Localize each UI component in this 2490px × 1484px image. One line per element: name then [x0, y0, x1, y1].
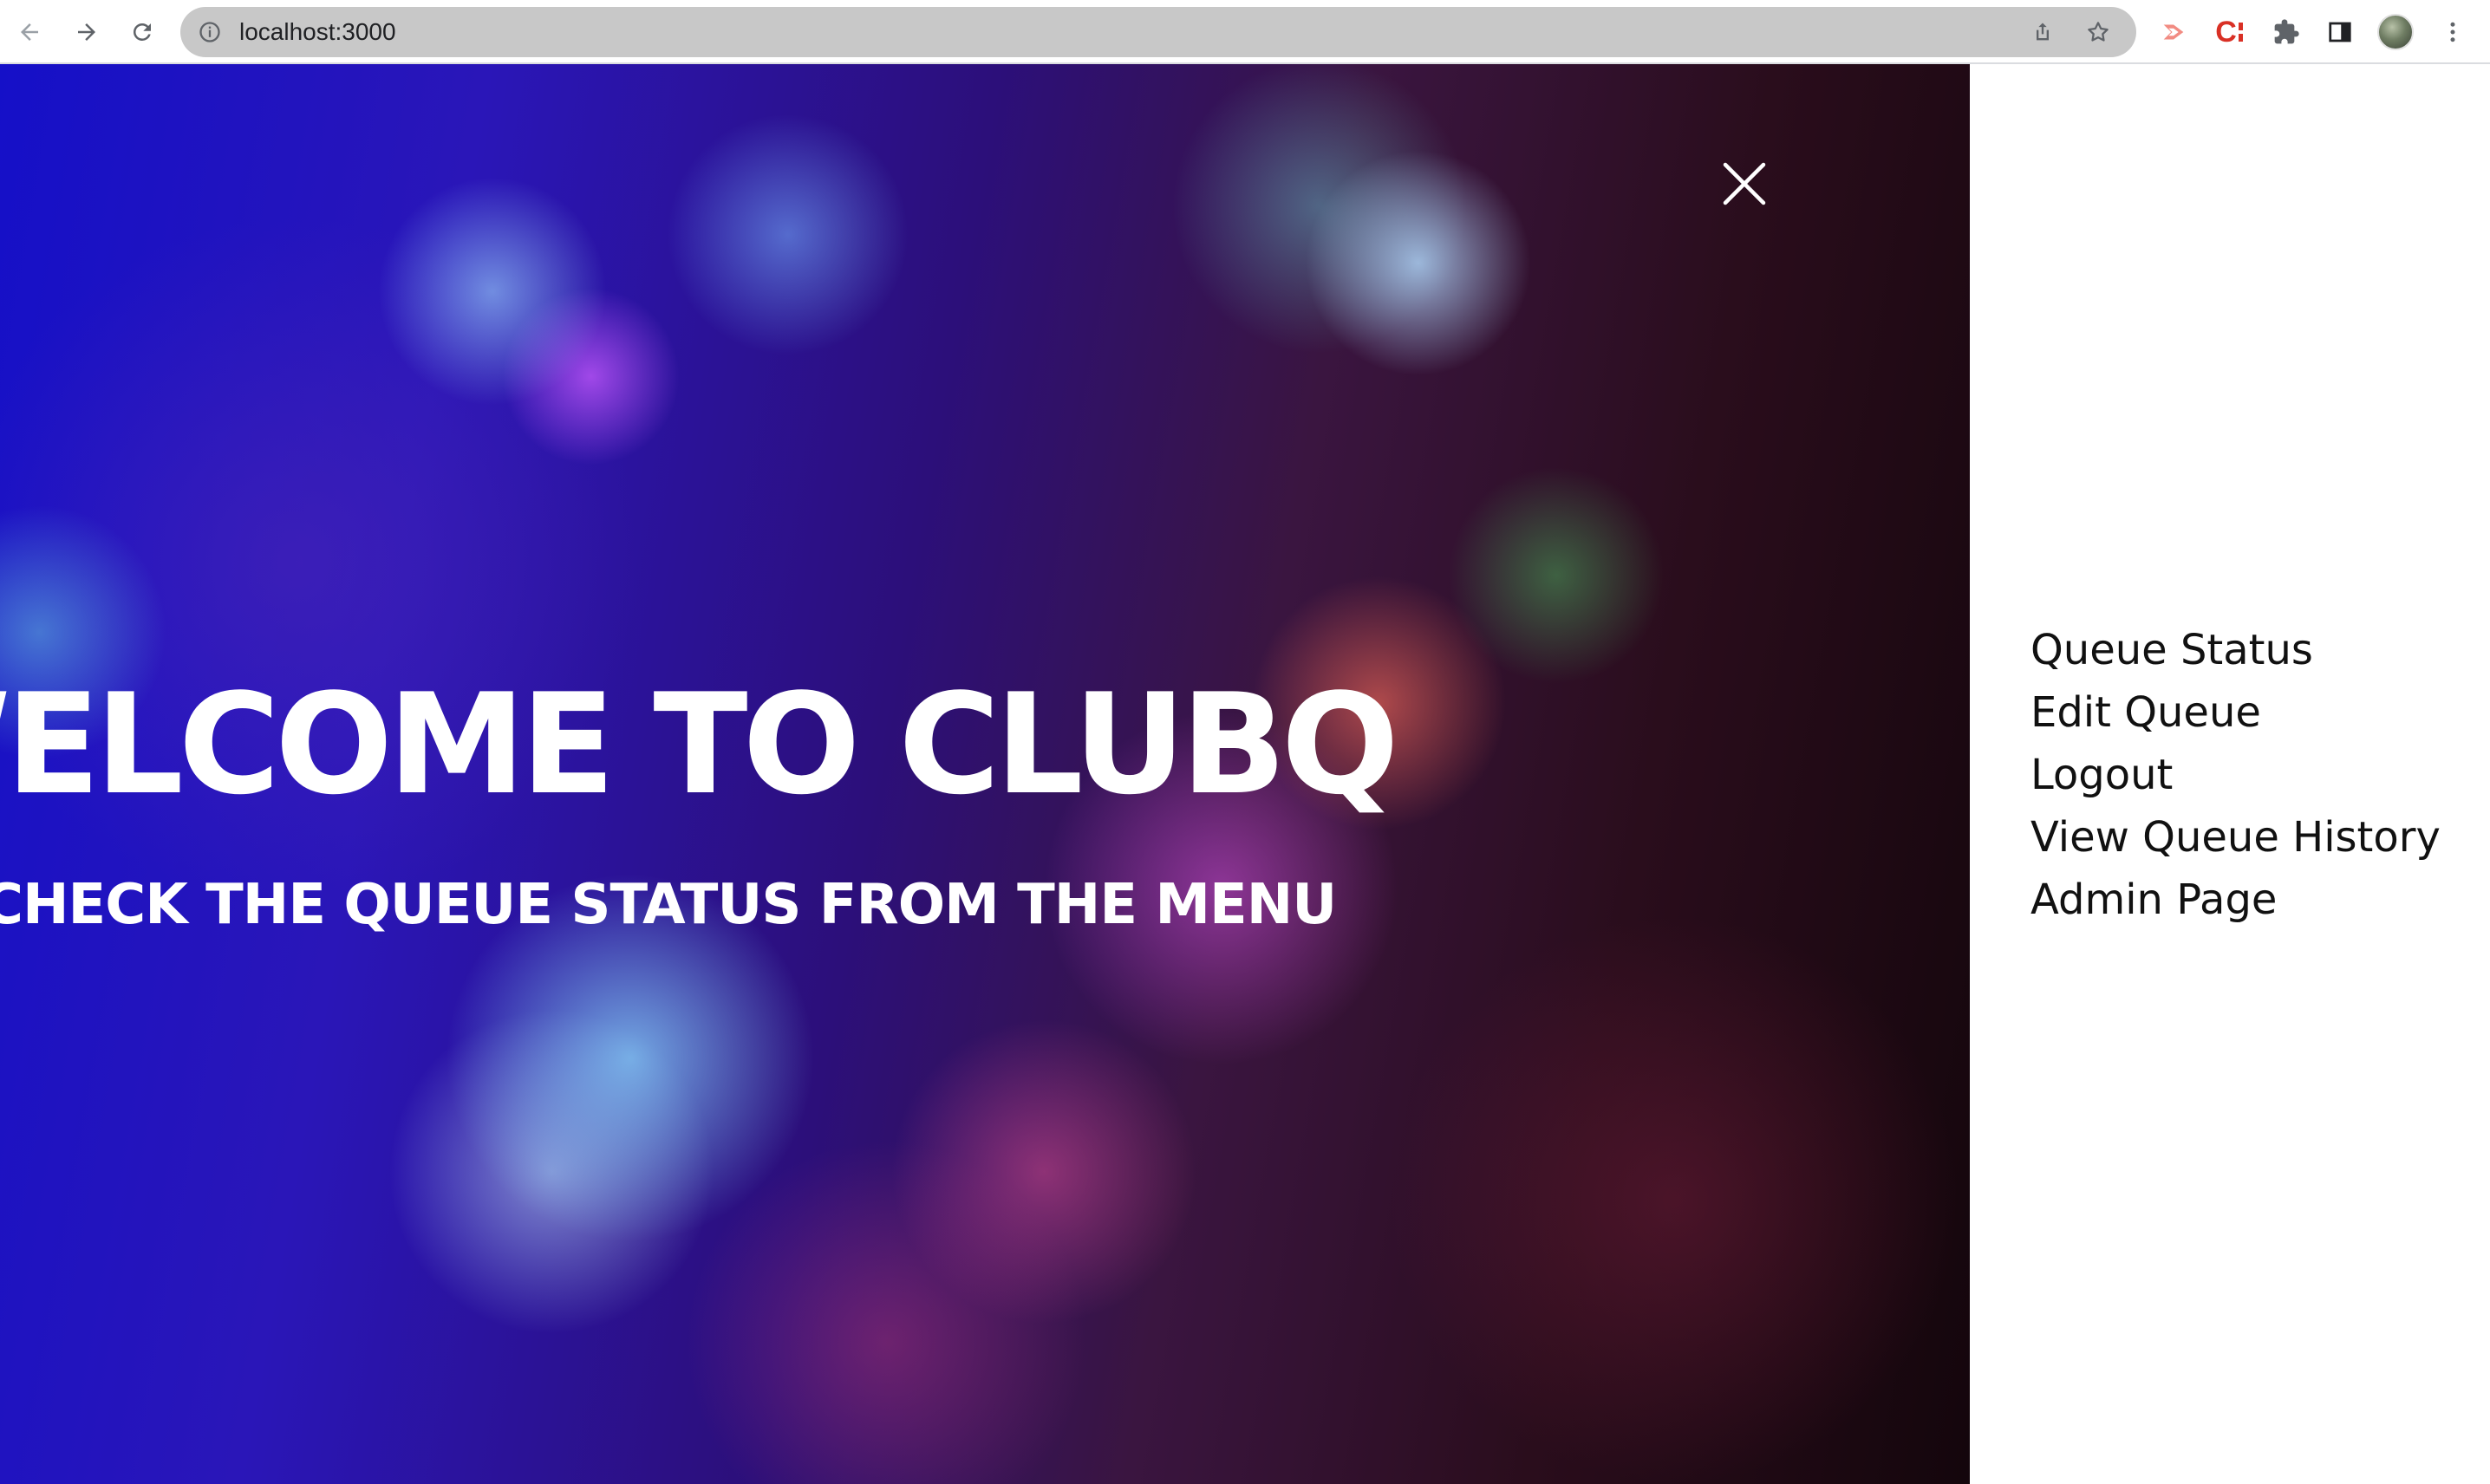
- close-menu-button[interactable]: [1720, 159, 1769, 208]
- arrow-right-icon: [78, 23, 95, 41]
- extensions-button[interactable]: [2268, 14, 2304, 50]
- menu-item-logout[interactable]: Logout: [2030, 744, 2441, 806]
- kebab-menu-icon: [2450, 22, 2455, 42]
- c-extension-dots: [2238, 23, 2243, 42]
- browser-menu-button[interactable]: [2435, 14, 2471, 50]
- forward-button[interactable]: [69, 15, 104, 49]
- side-menu: Queue Status Edit Queue Logout View Queu…: [1970, 64, 2490, 1484]
- menu-list: Queue Status Edit Queue Logout View Queu…: [2030, 619, 2441, 931]
- c-extension-icon: C: [2215, 16, 2237, 49]
- back-button[interactable]: [12, 15, 47, 49]
- share-icon: [2037, 23, 2049, 41]
- star-icon: [2088, 22, 2109, 42]
- reload-button[interactable]: [125, 15, 160, 49]
- menu-item-edit-queue[interactable]: Edit Queue: [2030, 681, 2441, 744]
- browser-toolbar: localhost:3000 C: [0, 0, 2490, 64]
- side-panel-button[interactable]: [2322, 14, 2358, 50]
- menu-item-view-queue-history[interactable]: View Queue History: [2030, 806, 2441, 869]
- menu-item-queue-status[interactable]: Queue Status: [2030, 619, 2441, 681]
- red-arrow-extension-icon: [2163, 24, 2184, 40]
- hero-subtitle: CHECK THE QUEUE STATUS FROM THE MENU: [0, 873, 1337, 937]
- hero-background: WELCOME TO CLUBQ CHECK THE QUEUE STATUS …: [0, 64, 1970, 1484]
- avatar: [2377, 14, 2414, 50]
- extension-c-button[interactable]: C: [2211, 14, 2247, 50]
- url-text[interactable]: localhost:3000: [239, 7, 396, 57]
- bookmark-button[interactable]: [2084, 18, 2112, 46]
- reload-icon: [133, 23, 151, 41]
- extension-red-button[interactable]: [2155, 14, 2192, 50]
- side-panel-icon: [2329, 22, 2351, 42]
- menu-item-admin-page[interactable]: Admin Page: [2030, 869, 2441, 931]
- share-button[interactable]: [2029, 18, 2057, 46]
- hero-title: WELCOME TO CLUBQ: [0, 663, 1399, 825]
- puzzle-icon: [2274, 19, 2299, 44]
- info-icon[interactable]: [198, 20, 222, 44]
- profile-button[interactable]: [2377, 14, 2414, 50]
- arrow-left-icon: [21, 23, 38, 41]
- address-bar[interactable]: localhost:3000: [180, 7, 2136, 57]
- close-icon: [1723, 162, 1766, 205]
